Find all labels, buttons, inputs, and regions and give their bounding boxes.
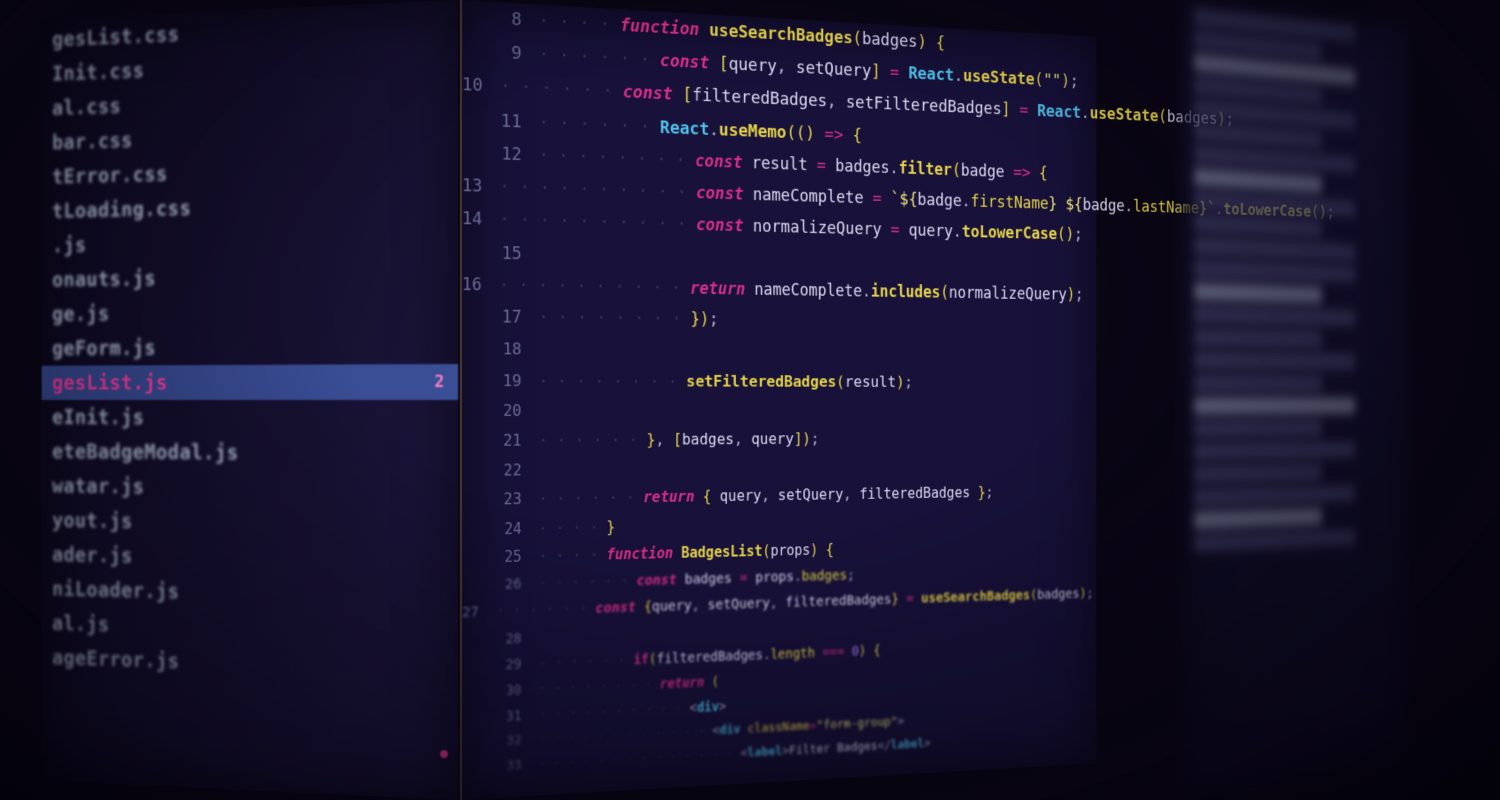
line-number: 19 <box>462 365 539 396</box>
line-number: 31 <box>462 703 539 732</box>
line-number: 24 <box>462 514 539 544</box>
line-number: 21 <box>462 426 539 457</box>
line-number: 15 <box>462 237 539 271</box>
file-tree-item[interactable]: watar.js <box>42 469 458 508</box>
line-number: 28 <box>462 625 539 654</box>
file-tree-item[interactable]: gesList.js2 <box>42 364 458 400</box>
line-number: 9 <box>462 34 539 72</box>
line-number: 16 <box>462 269 499 302</box>
line-number: 8 <box>462 0 539 38</box>
line-number: 33 <box>462 753 539 782</box>
file-tree-item[interactable]: ge.js <box>42 292 458 331</box>
line-number: 10 <box>462 68 500 104</box>
code-line[interactable]: 21· · · · · · }, [badges, query]); <box>462 424 1096 457</box>
line-number: 30 <box>462 678 539 707</box>
line-number: 14 <box>462 203 500 237</box>
code-line[interactable]: 19· · · · · · · · setFilteredBadges(resu… <box>462 365 1096 397</box>
line-number: 29 <box>462 652 539 681</box>
line-number: 25 <box>462 543 539 573</box>
line-number: 17 <box>462 301 539 334</box>
line-number: 22 <box>462 456 539 486</box>
line-number: 12 <box>462 137 539 173</box>
modified-count-badge: 2 <box>434 372 444 392</box>
line-number: 27 <box>462 599 496 628</box>
minimap-panel <box>1182 0 1409 800</box>
file-explorer[interactable]: gesList.cssInit.cssal.cssbar.csstError.c… <box>42 0 458 800</box>
line-number: 11 <box>462 103 539 140</box>
code-line[interactable]: 20 <box>462 396 1096 426</box>
line-number: 13 <box>462 170 500 204</box>
line-number: 18 <box>462 333 539 365</box>
line-number: 23 <box>462 485 539 515</box>
line-number: 20 <box>462 396 539 426</box>
code-editor[interactable]: 8· · · · function useSearchBadges(badges… <box>460 0 1096 800</box>
code-content[interactable]: · · · · · · }, [badges, query]); <box>539 424 1097 456</box>
modified-indicator-icon <box>440 750 448 758</box>
file-tree-item[interactable]: onauts.js <box>42 256 458 297</box>
file-tree-item[interactable]: eteBadgeModal.js <box>42 434 458 472</box>
file-tree-item[interactable]: geForm.js <box>42 328 458 366</box>
line-number: 26 <box>462 571 539 600</box>
code-content[interactable]: · · · · · · · · setFilteredBadges(result… <box>539 365 1097 396</box>
file-tree-item[interactable]: eInit.js <box>42 400 458 436</box>
